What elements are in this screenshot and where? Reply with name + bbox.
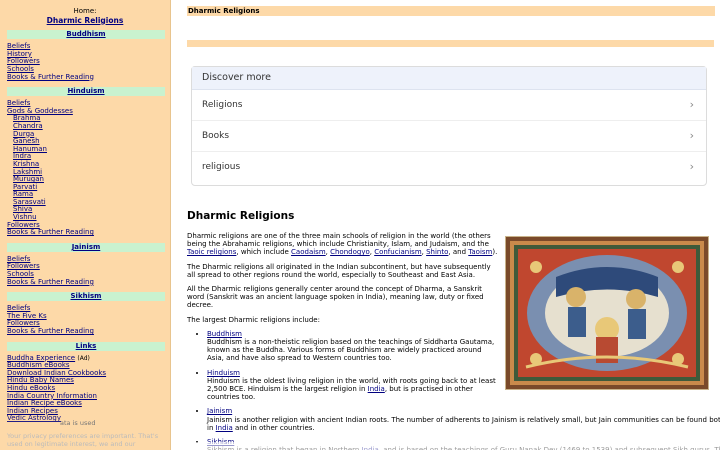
sidebar-nav-list: Buddha Experience (Ad) Buddhism eBooks Dow… (0, 354, 170, 423)
discover-more-box: Discover more Religions › Books › religious › (191, 66, 707, 186)
sidebar-sections: Buddhism Beliefs History Followers Schools Bo… (0, 30, 170, 423)
religions-list: BuddhismBuddhism is a non-theistic relig… (187, 330, 720, 450)
discover-more-title: Discover more (192, 67, 706, 90)
painting-illustration (506, 237, 708, 389)
discover-item-label: religious (202, 162, 241, 172)
intro-paragraph: Dharmic religions are one of the three m… (187, 232, 498, 257)
religion-link[interactable]: Jainism (207, 407, 232, 415)
sidebar: Home: Dharmic Religions Buddhism Beliefs H… (0, 0, 171, 450)
sidebar-nav-list: Beliefs Gods & Goddesses Brahma Chandra Durg… (0, 99, 170, 237)
ad-badge: (Ad) (77, 354, 90, 362)
divider-bar (187, 40, 714, 47)
discover-item[interactable]: religious › (192, 152, 706, 182)
article-body: Dharmic religions are one of the three m… (187, 232, 720, 450)
sidebar-link[interactable]: Books & Further Reading (7, 73, 94, 81)
chevron-right-icon: › (689, 129, 694, 142)
shinto-link[interactable]: Shinto (426, 248, 448, 256)
discover-item-label: Religions (202, 100, 243, 110)
religion-item: HinduismHinduism is the oldest living re… (207, 369, 499, 402)
sidebar-section-sikhism[interactable]: Sikhism (7, 292, 165, 302)
religion-link[interactable]: Buddhism (207, 330, 242, 338)
home-label: Home: (73, 7, 97, 15)
india-link[interactable]: India (368, 385, 385, 393)
cookie-text: ata is used (60, 419, 96, 427)
sidebar-nav-list: Beliefs The Five Ks Followers Books & Furth… (0, 304, 170, 336)
religious-painting-image (505, 236, 709, 390)
india-link[interactable]: India (216, 424, 233, 432)
chevron-right-icon: › (689, 160, 694, 173)
discover-item[interactable]: Religions › (192, 90, 706, 121)
page-heading: Dharmic Religions (187, 210, 295, 222)
chondogyo-link[interactable]: Chondogyo (330, 248, 370, 256)
sidebar-nav-list: Beliefs Followers Schools Books & Further R… (0, 255, 170, 287)
religion-link[interactable]: Hinduism (207, 369, 240, 377)
sidebar-item: Books & Further Reading (7, 278, 170, 287)
taoism-link[interactable]: Taoism (468, 248, 492, 256)
sidebar-link[interactable]: Books & Further Reading (7, 228, 94, 236)
taoic-religions-link[interactable]: Taoic religions (187, 248, 236, 256)
religion-description: Buddhism is a non-theistic religion base… (207, 338, 495, 363)
sidebar-item: Books & Further Reading (7, 73, 170, 82)
sidebar-link[interactable]: Books & Further Reading (7, 327, 94, 335)
sidebar-item: Books & Further Reading (7, 228, 170, 237)
sidebar-link[interactable]: Vedic Astrology (7, 414, 61, 423)
religion-item: JainismJainism is another religion with … (207, 407, 720, 432)
sidebar-item: Hanuman (7, 145, 170, 154)
bottom-fade (181, 442, 720, 450)
discover-item-label: Books (202, 131, 230, 141)
sidebar-section-jainism[interactable]: Jainism (7, 242, 165, 252)
religion-item: BuddhismBuddhism is a non-theistic relig… (207, 330, 499, 363)
home-link[interactable]: Dharmic Religions (0, 16, 170, 25)
dharma-paragraph: All the Dharmic religions generally cent… (187, 285, 484, 310)
discover-item[interactable]: Books › (192, 121, 706, 152)
sidebar-nav-list: Beliefs History Followers Schools Books & Fu… (0, 42, 170, 82)
sidebar-section-buddhism[interactable]: Buddhism (7, 30, 165, 40)
confucianism-link[interactable]: Confucianism (374, 248, 421, 256)
caodaism-link[interactable]: Caodaism (291, 248, 326, 256)
sidebar-section-links[interactable]: Links (7, 341, 165, 351)
cookie-text-secondary: Your privacy preferences are important. … (7, 432, 159, 448)
main-content: Dharmic Religions Discover more Religion… (181, 0, 720, 450)
sidebar-section-hinduism[interactable]: Hinduism (7, 87, 165, 97)
chevron-right-icon: › (689, 98, 694, 111)
sidebar-link[interactable]: Books & Further Reading (7, 278, 94, 286)
religion-description: and in other countries. (232, 423, 315, 432)
largest-religions-intro: The largest Dharmic religions include: (187, 315, 320, 324)
origin-paragraph: The Dharmic religions all originated in … (187, 262, 491, 279)
sidebar-item: Books & Further Reading (7, 327, 170, 336)
page-title-bar: Dharmic Religions (187, 6, 715, 16)
